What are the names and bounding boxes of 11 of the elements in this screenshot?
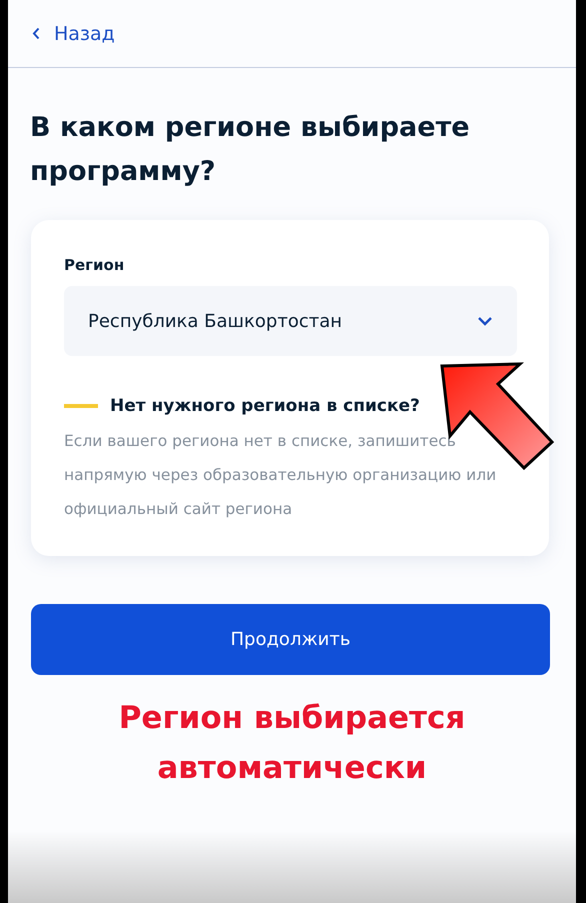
accent-dash	[64, 404, 98, 408]
annotation-caption: Регион выбирается автоматически	[118, 699, 466, 788]
page-title: В каком регионе выбираете программу?	[30, 111, 471, 189]
continue-button[interactable]: Продолжить	[31, 604, 550, 675]
notice-text: Если вашего региона нет в списке, запишитесь напрямую через образовательную организацию или официальный сайт региона	[64, 431, 498, 520]
chevron-left-icon	[32, 27, 40, 40]
region-select[interactable]: Республика Башкортостан	[64, 286, 517, 356]
chevron-down-icon	[477, 316, 493, 326]
notice-title: Нет нужного региона в списке?	[110, 396, 420, 416]
field-label: Регион	[64, 256, 126, 274]
back-link[interactable]: Назад	[32, 22, 115, 44]
